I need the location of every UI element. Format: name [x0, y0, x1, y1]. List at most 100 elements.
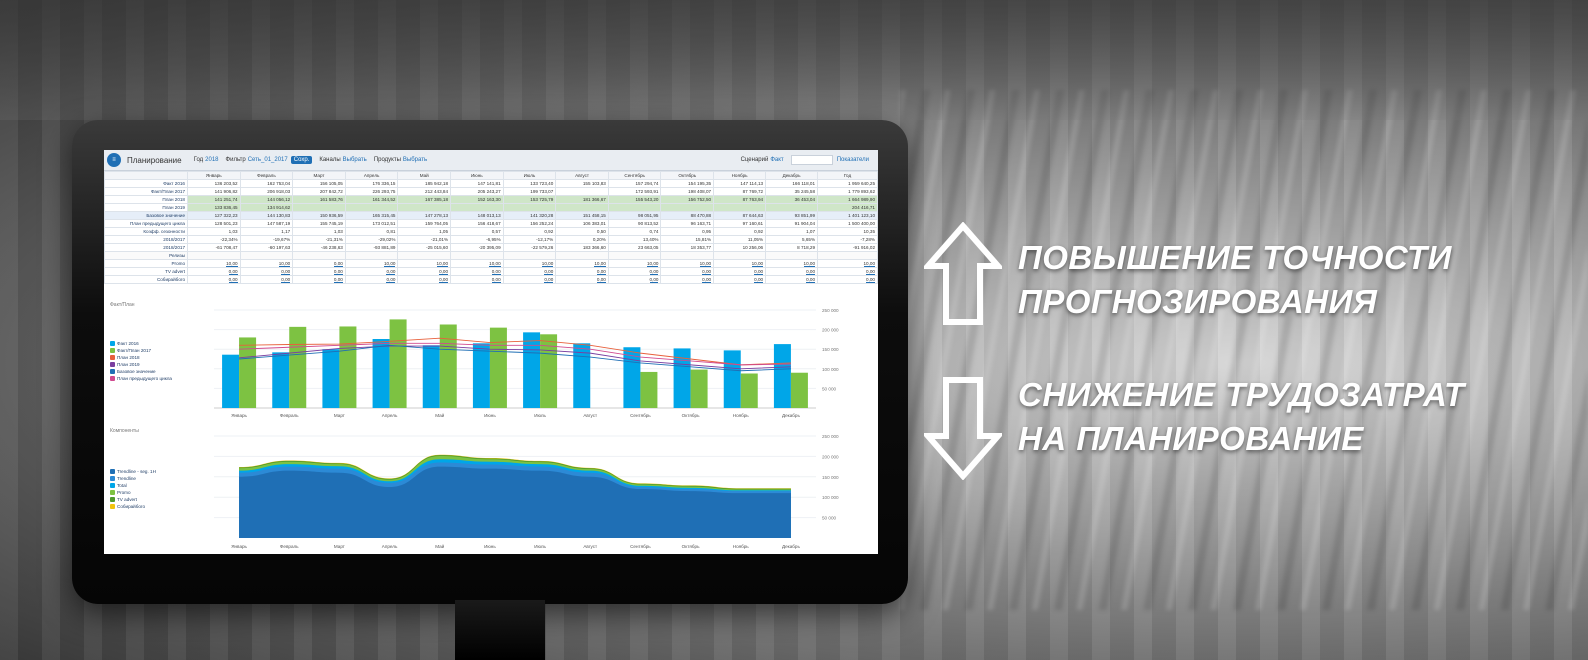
filter-year-select[interactable]: 2018 — [205, 157, 218, 163]
editable-cell-value[interactable]: 0,00 — [281, 277, 291, 283]
bar[interactable] — [773, 344, 791, 408]
table-cell[interactable] — [660, 203, 715, 212]
bar[interactable] — [372, 339, 390, 408]
filter-products-select[interactable]: Выбрать — [403, 157, 427, 163]
table-cell[interactable] — [607, 203, 662, 212]
editable-cell-value[interactable]: 0,00 — [806, 269, 816, 275]
column-header[interactable]: Май — [397, 171, 452, 180]
column-header[interactable]: Сентябрь — [607, 171, 662, 180]
table-cell[interactable]: 167 385,18 — [397, 195, 452, 204]
table-cell[interactable]: 0,00 — [397, 267, 452, 276]
table-cell[interactable]: 0,00 — [292, 259, 346, 268]
bar[interactable] — [489, 327, 507, 408]
table-cell[interactable]: 0,00 — [187, 275, 241, 284]
table-cell[interactable]: 10,00 — [397, 259, 452, 268]
table-cell[interactable]: 0,00 — [292, 267, 346, 276]
bar[interactable] — [640, 371, 658, 408]
table-cell[interactable]: 0,00 — [187, 267, 241, 276]
table-cell[interactable]: 10,00 — [344, 259, 399, 268]
bar[interactable] — [740, 373, 758, 408]
bar[interactable] — [322, 349, 340, 408]
editable-cell-value[interactable]: 10,00 — [803, 261, 816, 267]
bar[interactable] — [790, 372, 808, 408]
editable-cell-value[interactable]: 0,00 — [596, 269, 606, 275]
editable-cell-value[interactable]: 10,00 — [383, 261, 396, 267]
table-cell[interactable]: 144 056,12 — [239, 195, 294, 204]
editable-cell-value[interactable]: 0,00 — [702, 269, 712, 275]
table-cell[interactable]: 10,00 — [660, 259, 715, 268]
editable-cell-value[interactable]: 10,00 — [436, 261, 449, 267]
column-header[interactable]: Август — [555, 171, 609, 180]
table-cell[interactable]: 141 251,74 — [187, 195, 241, 204]
table-cell[interactable]: 161 344,52 — [344, 195, 399, 204]
bar[interactable] — [422, 345, 440, 408]
editable-cell-value[interactable]: 10,00 — [751, 261, 764, 267]
editable-cell-value[interactable]: 0,00 — [333, 261, 343, 267]
table-cell[interactable] — [450, 203, 504, 212]
table-cell[interactable]: 0,00 — [765, 267, 819, 276]
column-header[interactable]: Февраль — [239, 171, 294, 180]
editable-cell-value[interactable]: 0,00 — [649, 269, 659, 275]
editable-cell-value[interactable]: 10,00 — [489, 261, 501, 267]
table-cell[interactable]: 133 836,45 — [187, 203, 241, 212]
table-cell[interactable]: 10,00 — [450, 259, 504, 268]
table-cell[interactable]: 0,00 — [660, 275, 715, 284]
editable-cell-value[interactable]: 0,00 — [228, 269, 238, 275]
bar[interactable] — [239, 337, 257, 408]
area-series[interactable] — [239, 466, 791, 538]
editable-cell-value[interactable]: 0,00 — [544, 277, 554, 283]
filter-scenario-select[interactable]: Сеть_01_2017 — [248, 157, 288, 163]
table-cell[interactable]: 181 366,67 — [555, 195, 609, 204]
bar[interactable] — [690, 369, 708, 408]
table-cell[interactable]: 10,00 — [607, 259, 662, 268]
editable-cell-value[interactable]: 10,00 — [863, 261, 875, 267]
editable-cell-value[interactable]: 10,00 — [699, 261, 712, 267]
app-logo-icon[interactable]: ≡ — [107, 153, 121, 167]
table-cell[interactable]: 87 763,94 — [713, 195, 767, 204]
column-header[interactable]: Ноябрь — [713, 171, 767, 180]
column-header[interactable]: Июнь — [450, 171, 504, 180]
search-input[interactable] — [790, 155, 833, 165]
column-header[interactable]: Март — [292, 171, 346, 180]
scenario-select[interactable]: Факт — [770, 157, 783, 163]
table-cell[interactable]: 0,00 — [292, 275, 346, 284]
table-cell[interactable] — [292, 203, 346, 212]
editable-cell-value[interactable]: 0,00 — [386, 269, 396, 275]
bar[interactable] — [222, 354, 240, 408]
column-header[interactable]: Апрель — [344, 171, 399, 180]
editable-cell-value[interactable]: 0,00 — [866, 269, 875, 275]
table-cell[interactable] — [502, 203, 557, 212]
table-cell[interactable]: 204 416,71 — [817, 203, 878, 212]
column-header[interactable]: Декабрь — [765, 171, 819, 180]
bar[interactable] — [523, 332, 541, 408]
table-cell[interactable]: 10,00 — [502, 259, 557, 268]
save-button[interactable]: Сохр. — [290, 156, 313, 164]
editable-cell-value[interactable]: 0,00 — [491, 277, 501, 283]
editable-cell-value[interactable]: 0,00 — [754, 269, 764, 275]
bar[interactable] — [272, 352, 290, 408]
table-cell[interactable]: 0,00 — [450, 267, 504, 276]
table-cell[interactable]: 0,00 — [555, 267, 609, 276]
table-cell[interactable] — [344, 203, 399, 212]
filter-channels-select[interactable]: Выбрать — [343, 157, 367, 163]
editable-cell-value[interactable]: 0,00 — [228, 277, 238, 283]
editable-cell-value[interactable]: 0,00 — [649, 277, 659, 283]
table-cell[interactable]: 10,00 — [817, 259, 878, 268]
series-line[interactable] — [239, 337, 791, 366]
editable-cell-value[interactable]: 0,00 — [806, 277, 816, 283]
bar[interactable] — [339, 326, 357, 408]
table-cell[interactable]: 10,00 — [765, 259, 819, 268]
table-cell[interactable]: 0,00 — [765, 275, 819, 284]
table-cell[interactable] — [765, 203, 819, 212]
bar[interactable] — [723, 350, 741, 408]
editable-cell-value[interactable]: 0,00 — [702, 277, 712, 283]
editable-cell-value[interactable]: 10,00 — [646, 261, 659, 267]
table-cell[interactable]: 0,00 — [713, 267, 767, 276]
editable-cell-value[interactable]: 0,00 — [333, 269, 343, 275]
editable-cell-value[interactable]: 0,00 — [596, 277, 606, 283]
table-cell[interactable] — [713, 203, 767, 212]
table-cell[interactable]: 0,00 — [555, 275, 609, 284]
table-cell[interactable]: 0,00 — [502, 275, 557, 284]
table-cell[interactable]: 153 725,79 — [502, 195, 557, 204]
table-cell[interactable]: 0,00 — [344, 275, 399, 284]
